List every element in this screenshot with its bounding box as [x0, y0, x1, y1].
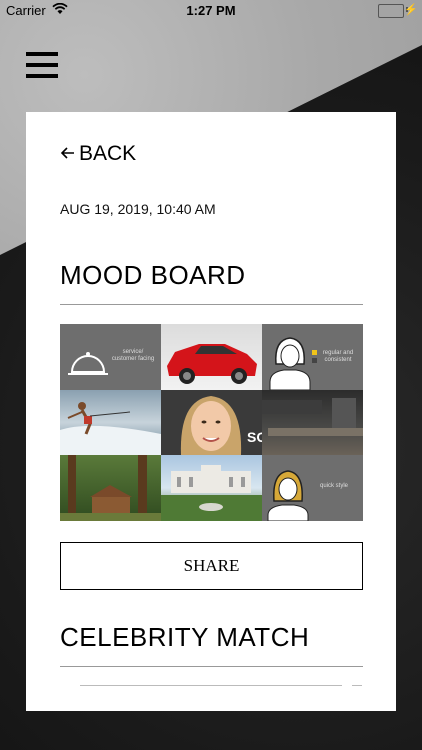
tile-celebrity-portrait: SO	[161, 390, 262, 455]
divider	[80, 685, 342, 686]
tile-quick-style: quick style	[262, 455, 363, 521]
tile-caption: quick style	[319, 483, 348, 489]
status-bar: Carrier 1:27 PM ⚡	[0, 0, 422, 22]
tile-water-skiing	[60, 390, 161, 455]
status-time: 1:27 PM	[186, 3, 236, 18]
tile-caption: service/ customer facing	[111, 349, 155, 362]
tile-service-customer-facing: service/ customer facing	[60, 324, 161, 390]
tile-cabin-in-forest	[60, 455, 161, 521]
share-button[interactable]: SHARE	[60, 542, 363, 590]
back-label: BACK	[79, 142, 137, 165]
divider	[352, 685, 362, 686]
detail-card: BACK AUG 19, 2019, 10:40 AM MOOD BOARD s…	[26, 112, 396, 711]
tile-mansion-garden	[161, 455, 262, 521]
divider	[60, 666, 363, 667]
divider	[60, 304, 363, 305]
arrow-left-icon	[60, 144, 75, 165]
hamburger-menu-icon[interactable]	[26, 52, 58, 80]
charging-icon: ⚡	[404, 4, 418, 16]
tile-caption: regular and consistent	[322, 350, 354, 363]
celebrity-match-title: CELEBRITY MATCH	[60, 622, 310, 652]
battery-icon	[378, 4, 404, 18]
tile-regular-and-consistent: regular and consistent	[262, 324, 363, 390]
mood-board-title: MOOD BOARD	[60, 260, 246, 290]
tile-red-sports-car	[161, 324, 262, 390]
tile-modern-kitchen	[262, 390, 363, 455]
svg-text:SO: SO	[247, 429, 262, 445]
entry-date: AUG 19, 2019, 10:40 AM	[60, 201, 216, 217]
mood-board-grid: service/ customer facing regular and con…	[60, 324, 363, 521]
back-button[interactable]: BACK	[60, 142, 136, 166]
